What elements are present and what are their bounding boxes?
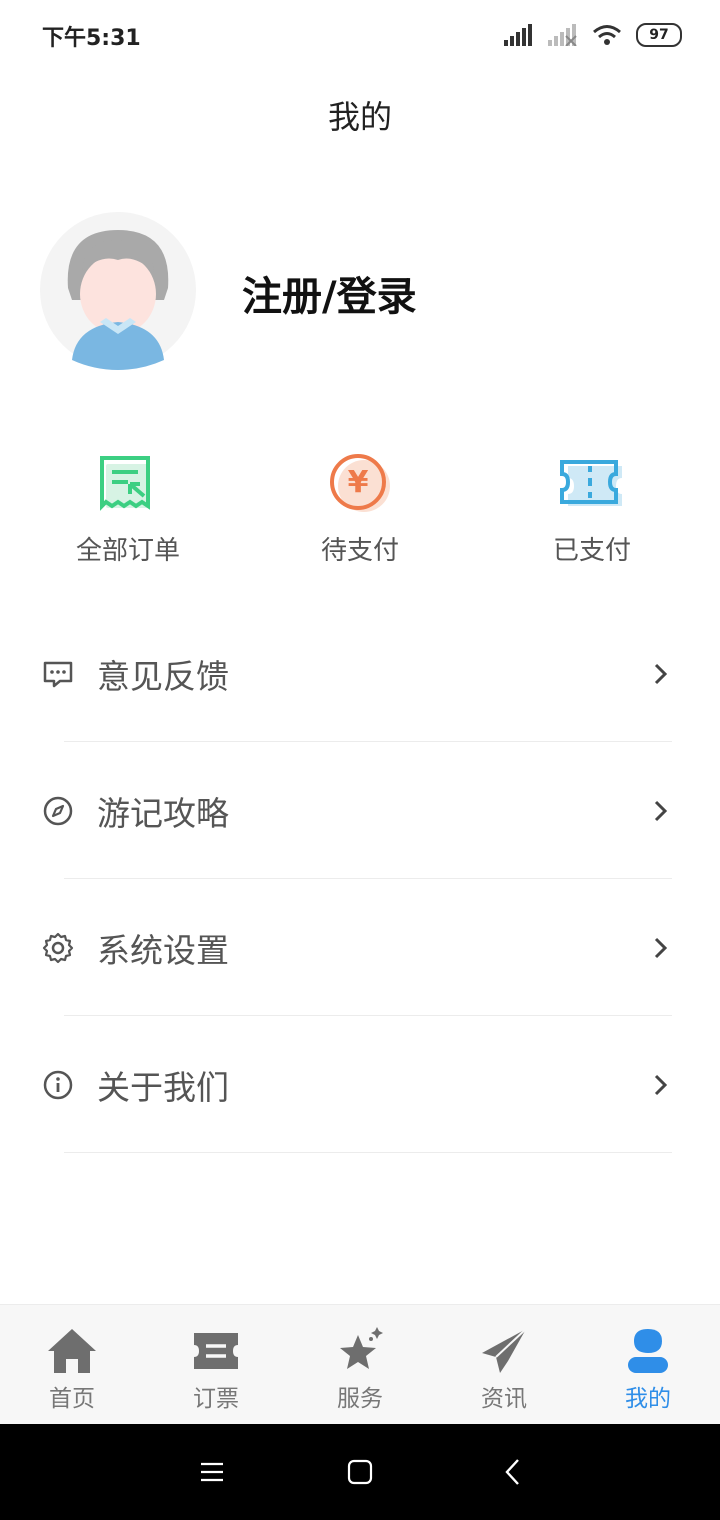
chevron-right-icon xyxy=(654,937,668,958)
menu-item-label: 关于我们 xyxy=(97,1067,229,1107)
feedback-chat-icon xyxy=(43,661,73,687)
tab-label: 我的 xyxy=(625,1386,671,1412)
recent-apps-button[interactable] xyxy=(172,1424,252,1520)
menu-item-label: 意见反馈 xyxy=(97,656,229,696)
tab-label: 服务 xyxy=(337,1386,383,1412)
tab-label: 订票 xyxy=(193,1386,239,1412)
tab-home[interactable]: 首页 xyxy=(0,1305,144,1425)
wifi-icon xyxy=(593,25,621,45)
tab-tickets[interactable]: 订票 xyxy=(144,1305,288,1425)
person-icon xyxy=(628,1329,668,1373)
square-icon xyxy=(347,1459,373,1485)
chevron-right-icon xyxy=(654,663,668,684)
login-register-link[interactable]: 注册/登录 xyxy=(242,264,417,322)
yuan-coin-icon: ¥ xyxy=(330,454,390,512)
menu-item-feedback[interactable]: 意见反馈 xyxy=(0,605,720,742)
ticket-icon xyxy=(194,1333,238,1369)
tab-news[interactable]: 资讯 xyxy=(432,1305,576,1425)
order-shortcuts: 全部订单 ¥ 待支付 已支付 xyxy=(0,452,720,572)
tab-mine[interactable]: 我的 xyxy=(576,1305,720,1425)
tab-services[interactable]: 服务 xyxy=(288,1305,432,1425)
back-button[interactable] xyxy=(472,1424,552,1520)
status-time: 下午5:31 xyxy=(42,26,141,51)
pending-payment-label: 待支付 xyxy=(320,536,399,566)
paid-orders-button[interactable]: 已支付 xyxy=(502,452,682,567)
ticket-icon xyxy=(560,460,622,506)
pending-payment-button[interactable]: ¥ 待支付 xyxy=(270,452,450,567)
tab-label: 首页 xyxy=(49,1386,95,1412)
battery-indicator: 97 xyxy=(636,23,682,47)
menu-item-about-us[interactable]: 关于我们 xyxy=(0,1016,720,1153)
status-icons: 97 xyxy=(504,22,682,48)
gear-icon xyxy=(42,932,74,963)
tab-label: 资讯 xyxy=(481,1386,527,1412)
svg-text:¥: ¥ xyxy=(348,465,369,500)
info-icon xyxy=(43,1070,73,1099)
all-orders-label: 全部订单 xyxy=(75,536,180,566)
all-orders-button[interactable]: 全部订单 xyxy=(38,452,218,567)
home-button[interactable] xyxy=(320,1424,400,1520)
paper-plane-icon xyxy=(482,1328,527,1373)
menu-item-system-settings[interactable]: 系统设置 xyxy=(0,879,720,1016)
signal-no-service-icon xyxy=(548,24,577,46)
menu-item-travel-guides[interactable]: 游记攻略 xyxy=(0,742,720,879)
chevron-right-icon xyxy=(654,800,668,821)
back-arrow-icon xyxy=(505,1459,519,1485)
bottom-tab-bar: 首页 订票 服务 资讯 我的 xyxy=(0,1304,720,1425)
divider xyxy=(64,1152,672,1153)
status-bar: 下午5:31 97 xyxy=(0,0,720,70)
star-icon xyxy=(340,1327,383,1369)
menu-icon xyxy=(201,1462,223,1482)
menu-item-label: 系统设置 xyxy=(97,930,229,970)
system-navigation-bar xyxy=(0,1424,720,1520)
page-title: 我的 xyxy=(327,98,392,136)
home-icon xyxy=(48,1329,96,1373)
avatar[interactable] xyxy=(38,210,198,370)
chevron-right-icon xyxy=(654,1074,668,1095)
compass-icon xyxy=(43,796,73,825)
menu-item-label: 游记攻略 xyxy=(97,793,229,833)
paid-orders-label: 已支付 xyxy=(552,536,631,566)
signal-icon xyxy=(504,24,532,46)
receipt-icon xyxy=(100,456,150,511)
